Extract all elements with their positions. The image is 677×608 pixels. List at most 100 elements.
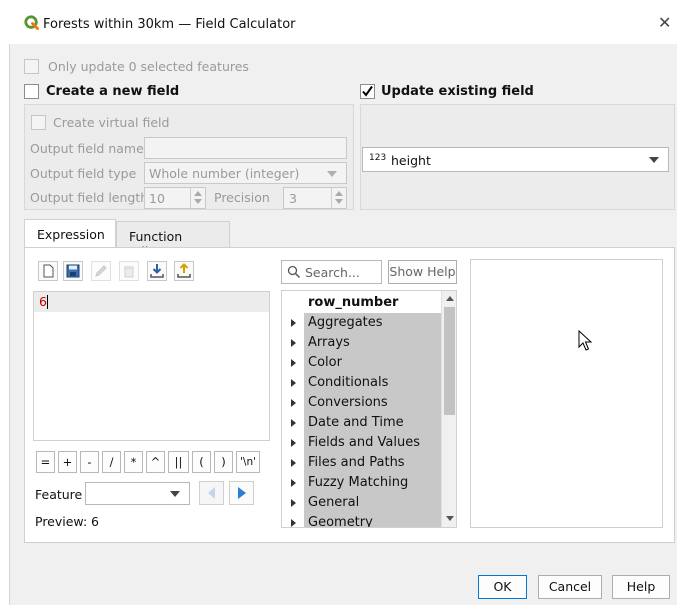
spin-arrows-icon xyxy=(190,188,205,208)
tree-group-label: Fields and Values xyxy=(308,435,420,450)
text-cursor xyxy=(47,295,48,309)
import-icon xyxy=(150,264,164,278)
only-update-selected-checkbox[interactable] xyxy=(24,59,39,74)
export-icon xyxy=(177,263,191,278)
cancel-button[interactable]: Cancel xyxy=(538,575,602,599)
scroll-down-icon xyxy=(446,516,454,521)
existing-field-select[interactable]: 123 height xyxy=(362,147,669,172)
previous-feature-button[interactable] xyxy=(199,481,224,505)
triangle-left-icon xyxy=(208,487,215,499)
tab-expression[interactable]: Expression xyxy=(24,219,116,248)
operator-newline-button[interactable]: '\n' xyxy=(236,451,260,473)
create-new-field-checkbox[interactable] xyxy=(24,84,39,99)
precision-label: Precision xyxy=(214,190,270,205)
only-update-selected-label: Only update 0 selected features xyxy=(48,59,249,74)
caret-right-icon xyxy=(291,519,296,527)
search-placeholder: Search... xyxy=(305,265,360,280)
scrollbar-thumb[interactable] xyxy=(444,307,455,415)
tab-function-editor[interactable]: Function Editor xyxy=(116,221,230,259)
caret-right-icon xyxy=(291,419,296,427)
output-field-length-value: 10 xyxy=(149,191,165,206)
function-row-number[interactable]: row_number xyxy=(282,293,442,313)
create-virtual-field-label: Create virtual field xyxy=(53,115,170,130)
import-button[interactable] xyxy=(147,261,167,281)
caret-right-icon xyxy=(291,359,296,367)
feature-select[interactable] xyxy=(85,482,190,505)
ok-button[interactable]: OK xyxy=(478,575,527,599)
tree-group-label: Color xyxy=(308,355,342,370)
function-row-number-label: row_number xyxy=(308,295,399,310)
function-search-input[interactable]: Search... xyxy=(281,260,382,284)
operator-concat-button[interactable]: || xyxy=(168,451,189,473)
pencil-icon xyxy=(95,265,107,277)
search-icon xyxy=(287,265,301,279)
show-help-button[interactable]: Show Help xyxy=(388,260,457,284)
tree-group-files-and-paths[interactable]: Files and Paths xyxy=(282,453,442,473)
feature-label: Feature xyxy=(35,487,83,502)
operator-open-paren-button[interactable]: ( xyxy=(192,451,211,473)
output-field-length-spinbox[interactable]: 10 xyxy=(144,187,206,209)
caret-right-icon xyxy=(291,319,296,327)
expression-editor[interactable]: 6 xyxy=(33,291,270,441)
help-button[interactable]: Help xyxy=(612,575,670,599)
checkmark-icon xyxy=(362,85,373,97)
new-file-button[interactable] xyxy=(38,261,58,281)
operator-plus-button[interactable]: + xyxy=(58,451,77,473)
output-field-name-label: Output field name xyxy=(30,141,144,156)
tree-group-color[interactable]: Color xyxy=(282,353,442,373)
operator-minus-button[interactable]: - xyxy=(80,451,99,473)
function-tree[interactable]: row_number Aggregates Arrays Color Condi… xyxy=(281,290,457,528)
precision-value: 3 xyxy=(289,191,297,206)
operator-power-button[interactable]: ^ xyxy=(146,451,165,473)
triangle-right-icon xyxy=(238,487,246,499)
tree-group-label: Conversions xyxy=(308,395,388,410)
spin-arrows-icon xyxy=(331,188,346,208)
output-field-name-input[interactable] xyxy=(144,137,347,159)
update-existing-field-checkbox[interactable] xyxy=(360,84,375,99)
mouse-pointer-icon xyxy=(578,330,592,351)
caret-right-icon xyxy=(291,439,296,447)
create-virtual-field-checkbox[interactable] xyxy=(31,115,46,130)
tree-group-conversions[interactable]: Conversions xyxy=(282,393,442,413)
tree-group-date-and-time[interactable]: Date and Time xyxy=(282,413,442,433)
preview-value: 6 xyxy=(91,514,99,529)
caret-right-icon xyxy=(291,379,296,387)
close-button[interactable]: ✕ xyxy=(658,13,671,32)
tree-group-label: Date and Time xyxy=(308,415,404,430)
chevron-down-icon xyxy=(327,171,337,177)
tree-group-label: Conditionals xyxy=(308,375,389,390)
chevron-down-icon xyxy=(649,157,659,163)
edit-button[interactable] xyxy=(91,261,111,281)
field-type-badge: 123 xyxy=(369,153,387,163)
tree-group-fuzzy-matching[interactable]: Fuzzy Matching xyxy=(282,473,442,493)
tree-group-general[interactable]: General xyxy=(282,493,442,513)
tree-group-conditionals[interactable]: Conditionals xyxy=(282,373,442,393)
delete-button[interactable] xyxy=(119,261,139,281)
caret-right-icon xyxy=(291,339,296,347)
operator-close-paren-button[interactable]: ) xyxy=(214,451,233,473)
caret-right-icon xyxy=(291,479,296,487)
create-new-field-label: Create a new field xyxy=(46,84,180,99)
operator-multiply-button[interactable]: * xyxy=(124,451,143,473)
tree-group-geometry[interactable]: Geometry xyxy=(282,513,442,527)
output-field-length-label: Output field length xyxy=(30,190,149,205)
operator-divide-button[interactable]: / xyxy=(102,451,121,473)
trash-icon xyxy=(124,266,134,278)
save-button[interactable] xyxy=(63,261,83,281)
next-feature-button[interactable] xyxy=(229,481,254,505)
qgis-logo-icon xyxy=(24,15,39,30)
tab-expression-label: Expression xyxy=(37,227,105,242)
caret-right-icon xyxy=(291,499,296,507)
export-button[interactable] xyxy=(174,261,194,281)
tree-group-arrays[interactable]: Arrays xyxy=(282,333,442,353)
tree-group-aggregates[interactable]: Aggregates xyxy=(282,313,442,333)
operator-equals-button[interactable]: = xyxy=(36,451,55,473)
tree-group-label: Aggregates xyxy=(308,315,383,330)
function-tree-scrollbar[interactable] xyxy=(441,291,456,527)
output-field-type-value: Whole number (integer) xyxy=(149,166,300,181)
tree-group-label: General xyxy=(308,495,360,510)
output-field-type-select[interactable]: Whole number (integer) xyxy=(144,162,347,184)
tree-group-fields-and-values[interactable]: Fields and Values xyxy=(282,433,442,453)
precision-spinbox[interactable]: 3 xyxy=(283,187,347,209)
window-title: Forests within 30km — Field Calculator xyxy=(43,17,296,32)
